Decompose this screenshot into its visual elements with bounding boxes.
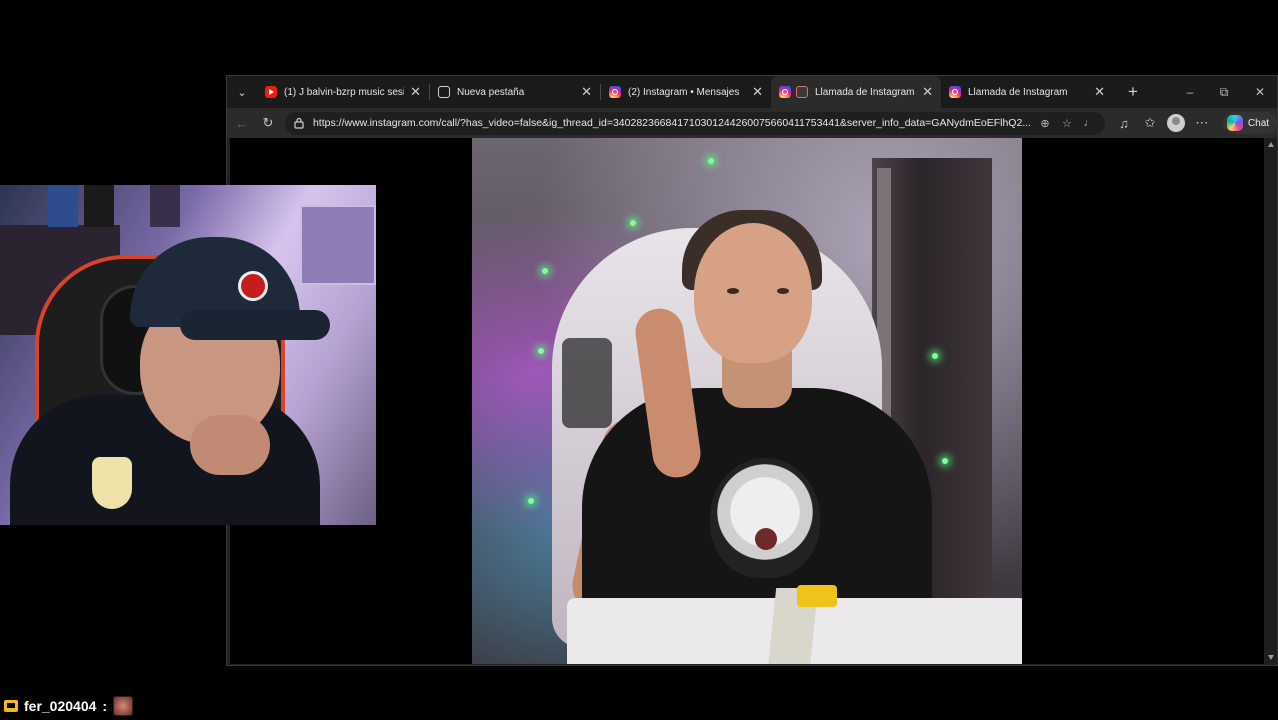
tab-youtube[interactable]: (1) J balvin-bzrp music sesions ✕ — [257, 76, 429, 108]
omnibox-actions: ⊕ ☆ ♩ — [1037, 115, 1097, 131]
poster — [48, 185, 78, 227]
favorites-icon[interactable]: ✩ — [1137, 109, 1163, 137]
cap-badge — [238, 271, 268, 301]
streamer-webcam — [0, 185, 376, 525]
chat-username[interactable]: fer_020404 — [24, 698, 96, 714]
light-sparkle — [708, 158, 714, 164]
light-sparkle — [942, 458, 948, 464]
instagram-icon — [779, 86, 791, 98]
avatar — [1166, 114, 1185, 132]
eye — [727, 288, 739, 294]
poster — [84, 185, 114, 227]
tab-instagram-call[interactable]: Llamada de Instagram ✕ — [941, 76, 1113, 108]
zoom-icon[interactable]: ⊕ — [1037, 115, 1053, 131]
youtube-icon — [265, 86, 277, 98]
wall-art — [300, 205, 376, 285]
instagram-icon — [609, 86, 621, 98]
microphone-icon[interactable]: ♩ — [1081, 115, 1097, 131]
chat-message: fer_020404 : — [4, 696, 134, 716]
close-icon[interactable]: ✕ — [1094, 84, 1105, 100]
instagram-icon — [949, 86, 961, 98]
browser-toolbar: ← ↻ https://www.instagram.com/call/?has_… — [227, 108, 1278, 138]
restore-icon[interactable]: ⧉ — [1207, 76, 1241, 108]
page-viewport — [230, 138, 1264, 664]
subscriber-badge-icon — [4, 700, 18, 712]
new-tab-button[interactable]: + — [1119, 76, 1147, 108]
reload-button[interactable]: ↻ — [255, 109, 281, 137]
copilot-icon — [1226, 115, 1243, 131]
url-text: https://www.instagram.com/call/?has_vide… — [312, 117, 1031, 129]
emote-icon — [113, 696, 134, 716]
scroll-up-icon[interactable] — [1268, 142, 1274, 147]
page-scrollbar[interactable] — [1265, 138, 1277, 664]
tab-title: (1) J balvin-bzrp music sesions — [284, 86, 404, 98]
tab-instagram-call-active[interactable]: Llamada de Instagram ✕ — [771, 76, 941, 108]
cap-brim — [180, 310, 330, 340]
shirt-print — [710, 458, 820, 578]
minimize-icon[interactable]: – — [1173, 76, 1207, 108]
more-menu-icon[interactable]: ⋯ — [1189, 109, 1215, 137]
browser-window: ⌄ (1) J balvin-bzrp music sesions ✕ Nuev… — [226, 75, 1278, 666]
chair-logo — [562, 338, 612, 428]
tab-new-tab[interactable]: Nueva pestaña ✕ — [430, 76, 600, 108]
light-sparkle — [538, 348, 544, 354]
light-sparkle — [932, 353, 938, 359]
poster — [150, 185, 180, 227]
face — [694, 223, 812, 363]
chat-separator: : — [102, 698, 108, 714]
jersey-crest — [92, 457, 132, 509]
eye — [777, 288, 789, 294]
close-icon[interactable]: ✕ — [752, 84, 763, 100]
tab-title: (2) Instagram • Mensajes — [628, 86, 740, 98]
back-button[interactable]: ← — [229, 109, 255, 137]
recording-icon — [796, 86, 808, 98]
yellow-object — [797, 585, 837, 607]
page-icon — [438, 86, 450, 98]
tab-strip: ⌄ (1) J balvin-bzrp music sesions ✕ Nuev… — [227, 76, 1277, 108]
remote-video-feed — [472, 138, 1022, 664]
light-sparkle — [528, 498, 534, 504]
favorite-star-icon[interactable]: ☆ — [1059, 115, 1075, 131]
site-info-icon[interactable] — [293, 117, 305, 129]
tab-title: Llamada de Instagram — [815, 86, 915, 98]
window-close-icon[interactable]: ✕ — [1243, 76, 1277, 108]
profile-button[interactable] — [1163, 109, 1189, 137]
light-sparkle — [630, 220, 636, 226]
shirt-print-nose — [755, 528, 777, 550]
address-bar[interactable]: https://www.instagram.com/call/?has_vide… — [284, 111, 1105, 135]
tab-title: Llamada de Instagram — [968, 86, 1068, 98]
close-icon[interactable]: ✕ — [922, 84, 933, 100]
close-icon[interactable]: ✕ — [410, 84, 421, 100]
scroll-down-icon[interactable] — [1268, 655, 1274, 660]
light-sparkle — [542, 268, 548, 274]
chat-label: Chat — [1247, 117, 1270, 129]
tab-search-icon[interactable]: ⌄ — [227, 76, 257, 108]
close-icon[interactable]: ✕ — [581, 84, 592, 100]
extensions-icon[interactable]: ♫ — [1111, 109, 1137, 137]
tab-instagram-messages[interactable]: (2) Instagram • Mensajes ✕ — [601, 76, 771, 108]
hand — [190, 415, 270, 475]
stream-scene: ⌄ (1) J balvin-bzrp music sesions ✕ Nuev… — [0, 0, 1278, 720]
copilot-chat-button[interactable]: Chat — [1222, 112, 1278, 134]
tab-title: Nueva pestaña — [457, 86, 525, 98]
